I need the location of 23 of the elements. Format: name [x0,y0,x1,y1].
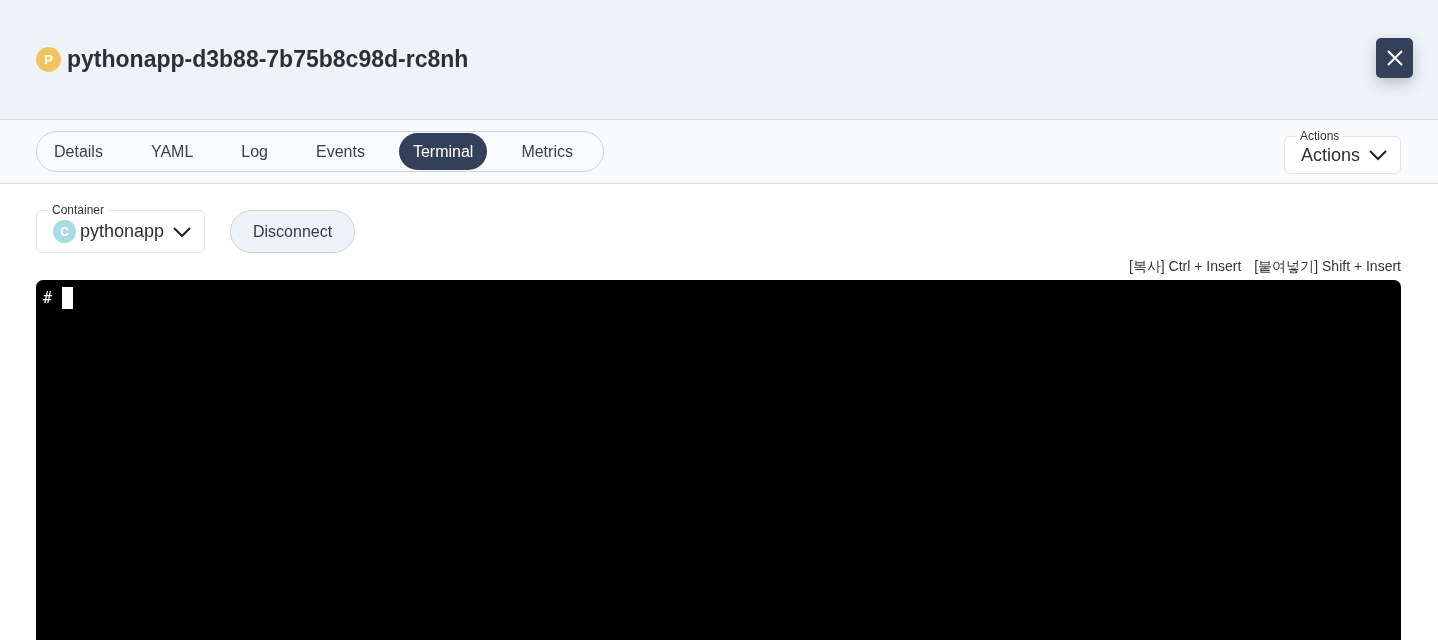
container-badge: C [53,220,76,243]
tab[interactable]: Details [40,133,117,170]
page-title: pythonapp-d3b88-7b75b8c98d-rc8nh [67,46,469,73]
terminal[interactable]: # [36,280,1401,640]
shortcut-hint: [붙여넣기] Shift + Insert [1254,258,1401,276]
tab[interactable]: Terminal [398,133,488,170]
tab[interactable]: Metrics [507,133,587,170]
dropdown-value: pythonapp [80,221,165,242]
field-label: Actions [1295,129,1344,143]
terminal-cursor [62,287,74,309]
tab[interactable]: Events [302,133,379,170]
field-label: Container [48,203,109,217]
dropdown-value: Actions [1300,144,1360,166]
terminal-prompt: # [43,288,53,309]
pod-badge: P [36,47,61,72]
tab[interactable]: Log [227,133,282,170]
chevron-down-icon [1368,149,1388,161]
disconnect-button[interactable]: Disconnect [230,210,356,253]
close-button[interactable] [1376,37,1413,78]
chevron-down-icon [172,225,193,238]
shortcut-hint: [복사] Ctrl + Insert [1128,258,1242,276]
tab[interactable]: YAML [136,133,208,170]
close-icon [1386,49,1403,66]
